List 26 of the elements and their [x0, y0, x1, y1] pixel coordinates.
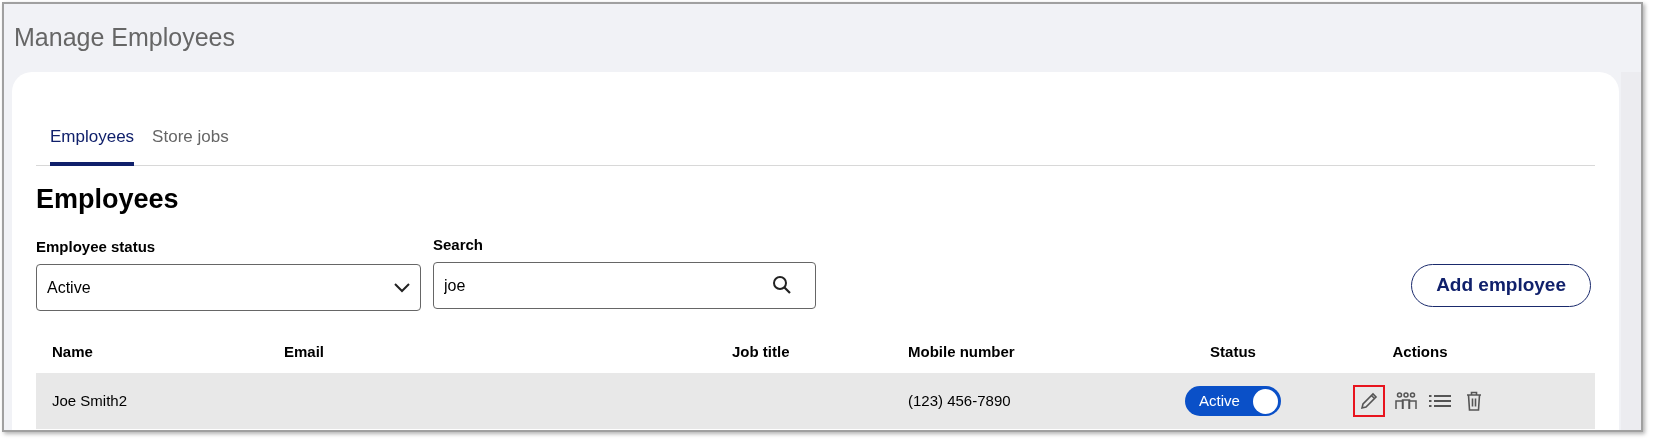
column-header: Status	[1209, 341, 1257, 362]
column-header: Actions	[1391, 341, 1449, 362]
pencil-icon	[1359, 391, 1379, 411]
section-heading: Employees	[36, 182, 180, 216]
people-icon	[1395, 392, 1417, 410]
table-cell-text: (123) 456-7890	[908, 390, 1012, 411]
table-cell-text: Joe Smith2	[52, 390, 129, 411]
search-icon	[772, 275, 792, 295]
column-header: Name	[52, 341, 94, 362]
trash-icon	[1466, 391, 1482, 411]
chevron-down-icon	[394, 282, 410, 293]
field-label: Employee status	[36, 236, 157, 257]
status-dropdown[interactable]: Active	[36, 264, 421, 311]
page-title: Manage Employees	[14, 22, 235, 54]
column-header: Email	[284, 341, 326, 362]
column-header: Mobile number	[908, 341, 1016, 362]
add-employee-button[interactable]: Add employee	[1411, 264, 1591, 307]
edit-button[interactable]	[1353, 385, 1385, 417]
search-field[interactable]: joe	[433, 262, 816, 309]
column-header: Job title	[732, 341, 791, 362]
field-label: Search	[433, 234, 485, 255]
tab[interactable]: Employees	[50, 124, 135, 166]
tab[interactable]: Store jobs	[152, 124, 229, 166]
scrollbar[interactable]	[1621, 72, 1641, 430]
status-toggle[interactable]: Active	[1185, 386, 1281, 416]
list-icon	[1429, 394, 1451, 408]
